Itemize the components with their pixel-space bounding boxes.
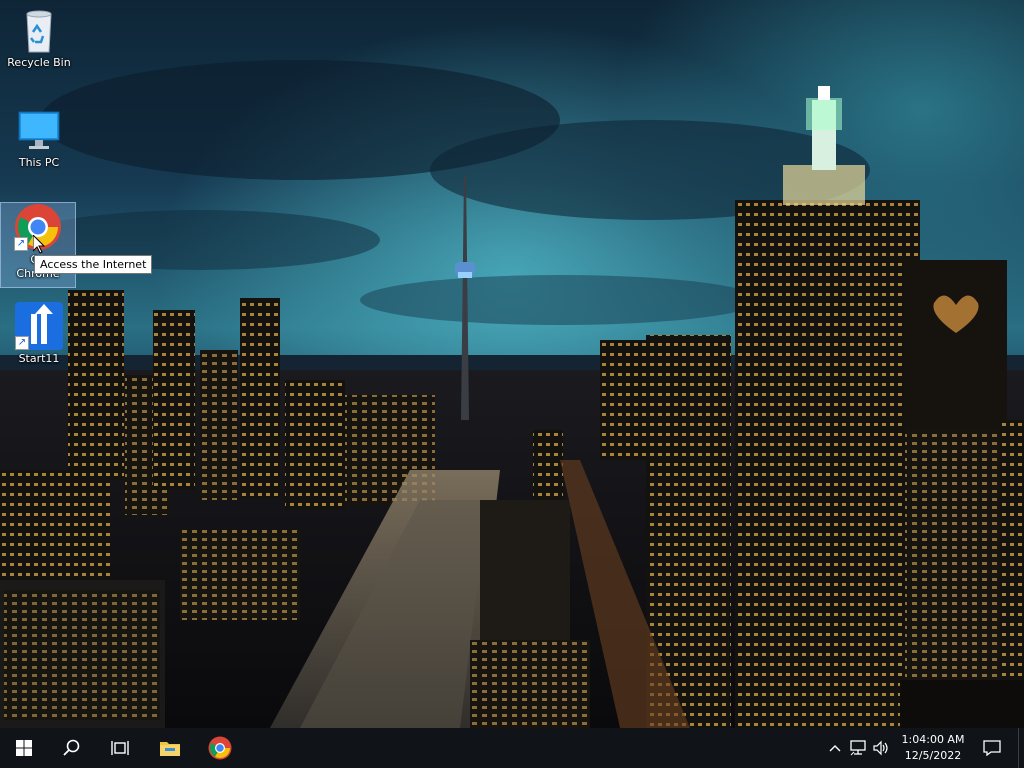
network-button[interactable] [849, 738, 867, 758]
this-pc-icon-shortcut[interactable]: This PC [2, 106, 76, 176]
show-desktop-button[interactable] [1018, 728, 1024, 768]
this-pc-label: This PC [18, 156, 60, 169]
chevron-up-icon [829, 745, 841, 752]
file-explorer-icon [160, 742, 180, 756]
search-icon [63, 739, 80, 756]
chrome-taskbar-button[interactable] [196, 728, 244, 768]
task-view-icon [111, 741, 129, 755]
taskbar-clock[interactable]: 1:04:00 AM 12/5/2022 [893, 730, 973, 768]
clock-time: 1:04:00 AM [901, 733, 965, 746]
recycle-bin-icon [15, 6, 63, 54]
desktop-wallpaper [0, 0, 1024, 728]
start11-icon: ↗ [15, 302, 63, 350]
task-view-button[interactable] [96, 728, 144, 768]
recycle-bin-icon-shortcut[interactable]: Recycle Bin [2, 6, 76, 78]
action-center-button[interactable] [980, 728, 1004, 768]
chrome-icon [208, 736, 232, 760]
start11-icon-shortcut[interactable]: ↗ Start11 [2, 302, 76, 372]
mouse-cursor-icon [32, 233, 46, 258]
chrome-tooltip: Access the Internet [34, 255, 153, 274]
notification-icon [983, 740, 1001, 756]
file-explorer-taskbar-button[interactable] [146, 728, 194, 768]
taskbar: 1:04:00 AM 12/5/2022 [0, 728, 1024, 768]
volume-icon [873, 740, 888, 756]
show-hidden-icons-button[interactable] [826, 738, 844, 758]
shortcut-arrow-icon: ↗ [15, 336, 29, 350]
clock-date: 12/5/2022 [904, 749, 962, 762]
start11-label: Start11 [18, 352, 60, 365]
computer-monitor-icon [15, 106, 63, 154]
start-button[interactable] [0, 728, 48, 768]
volume-button[interactable] [872, 738, 890, 758]
shortcut-arrow-icon: ↗ [14, 237, 28, 251]
search-button[interactable] [48, 728, 96, 768]
recycle-bin-label: Recycle Bin [7, 56, 71, 69]
network-icon [850, 740, 866, 756]
windows-start-icon [16, 740, 32, 756]
